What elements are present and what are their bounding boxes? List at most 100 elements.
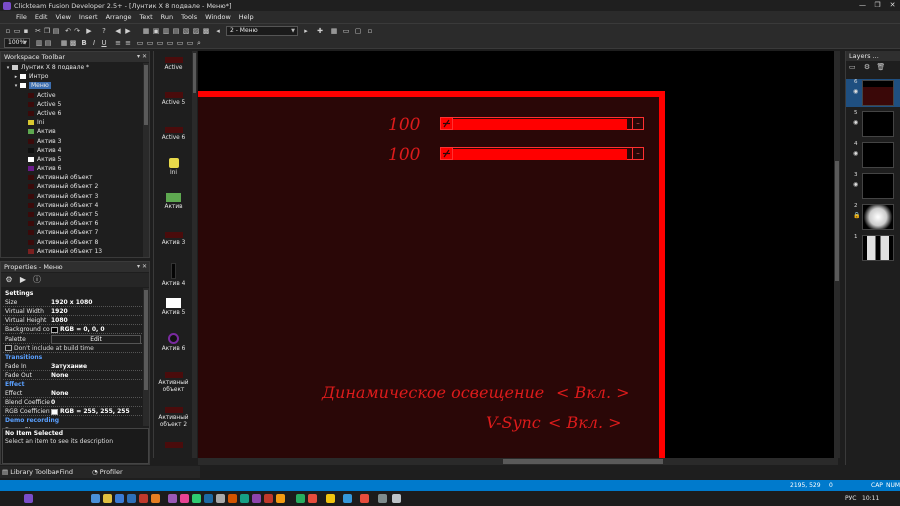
taskbar-icon-13[interactable] bbox=[240, 494, 249, 503]
layout-2-icon[interactable]: ▭ bbox=[146, 39, 154, 47]
property-section[interactable]: Demo recording bbox=[3, 416, 142, 425]
dynamic-lighting-label[interactable]: Динамическое освещение bbox=[322, 383, 544, 402]
menu-run[interactable]: Run bbox=[161, 13, 173, 21]
object-list-icon[interactable]: ▩ bbox=[202, 27, 210, 35]
slider-minus-button[interactable]: – bbox=[632, 118, 643, 129]
taskbar-icon-18[interactable] bbox=[308, 494, 317, 503]
object-strip-item[interactable]: Ini bbox=[154, 158, 193, 177]
properties-scroll-thumb[interactable] bbox=[144, 290, 148, 390]
property-row[interactable]: Palette Edit bbox=[3, 334, 142, 344]
property-row[interactable]: Virtual Height 1080 bbox=[3, 316, 142, 326]
eye-icon[interactable]: ◉ bbox=[853, 119, 858, 126]
frame-prev-icon[interactable]: ◂ bbox=[214, 27, 222, 35]
taskbar-icon-1[interactable] bbox=[91, 494, 100, 503]
new-icon[interactable]: ▫ bbox=[4, 27, 12, 35]
taskbar-icon-15[interactable] bbox=[264, 494, 273, 503]
menu-insert[interactable]: Insert bbox=[79, 13, 98, 21]
menu-tools[interactable]: Tools bbox=[181, 13, 197, 21]
palette-edit-button[interactable]: Edit bbox=[51, 334, 141, 344]
align-left-icon[interactable]: ≡ bbox=[114, 39, 122, 47]
taskbar-icon-23[interactable] bbox=[392, 494, 401, 503]
eye-icon[interactable]: ◉ bbox=[853, 88, 858, 95]
property-section[interactable]: Effect bbox=[3, 380, 142, 389]
object-strip-item[interactable]: Актив 6 bbox=[154, 333, 193, 353]
storyboard-icon[interactable]: ▦ bbox=[142, 27, 150, 35]
tree-item[interactable]: Актив 3 bbox=[1, 137, 143, 146]
layer-settings-icon[interactable]: ⚙ bbox=[864, 63, 870, 71]
window-icon[interactable]: ▭ bbox=[342, 27, 350, 35]
frame-next-icon[interactable]: ▸ bbox=[302, 27, 310, 35]
grid-icon[interactable]: ▦ bbox=[330, 27, 338, 35]
property-row[interactable]: Fade Out None bbox=[3, 371, 142, 380]
layout-5-icon[interactable]: ▭ bbox=[176, 39, 184, 47]
color-swatch[interactable] bbox=[51, 408, 58, 415]
taskbar-icon-8[interactable] bbox=[180, 494, 189, 503]
layer-item[interactable]: 5 ◉ bbox=[846, 110, 900, 138]
tree-item[interactable]: Активный объект 6 bbox=[1, 219, 143, 228]
help-icon[interactable]: ? bbox=[100, 27, 108, 35]
volume-value-1[interactable]: 100 bbox=[388, 115, 420, 135]
property-row[interactable]: Size 1920 x 1080 bbox=[3, 298, 142, 308]
frame-canvas[interactable]: 100 – 100 – Динамическое освещение < Вкл… bbox=[198, 91, 665, 458]
taskbar-icon-9[interactable] bbox=[192, 494, 201, 503]
property-section[interactable]: Transitions bbox=[3, 353, 142, 362]
layer-item[interactable]: 6 ◉ bbox=[846, 79, 900, 107]
object-strip-item[interactable]: Active bbox=[154, 53, 193, 72]
layout-6-icon[interactable]: ▭ bbox=[186, 39, 194, 47]
object-strip-item[interactable]: Активный объект bbox=[154, 368, 193, 394]
align-right-icon[interactable]: ≡ bbox=[124, 39, 132, 47]
taskbar-icon-5[interactable] bbox=[139, 494, 148, 503]
runtime-options-icon[interactable]: ▶ bbox=[18, 275, 28, 285]
editor-hscroll-thumb[interactable] bbox=[503, 459, 663, 464]
object-strip-item[interactable]: Active 6 bbox=[154, 123, 193, 142]
menu-file[interactable]: File bbox=[16, 13, 27, 21]
layer-thumbnail[interactable] bbox=[862, 111, 894, 137]
property-row[interactable]: Fade In Затухание bbox=[3, 362, 142, 371]
align-center-icon[interactable]: ▤ bbox=[44, 39, 52, 47]
editor-horizontal-scrollbar[interactable] bbox=[198, 458, 838, 465]
property-row[interactable]: Virtual Width 1920 bbox=[3, 307, 142, 317]
nav-forward-icon[interactable]: ▶ bbox=[124, 27, 132, 35]
eye-icon[interactable]: ◉ bbox=[853, 181, 858, 188]
object-strip-item[interactable]: Активный объект 2 bbox=[154, 403, 193, 429]
taskbar-icon-17[interactable] bbox=[296, 494, 305, 503]
taskbar-icon-22[interactable] bbox=[378, 494, 387, 503]
tree-item[interactable]: Активный объект 5 bbox=[1, 210, 143, 219]
clock[interactable]: 10:11 bbox=[862, 493, 879, 504]
tree-item[interactable]: Ini bbox=[1, 118, 143, 127]
taskbar-icon-14[interactable] bbox=[252, 494, 261, 503]
layer-thumbnail[interactable] bbox=[862, 142, 894, 168]
tree-item[interactable]: Актив bbox=[1, 127, 143, 136]
event-list-icon[interactable]: ▤ bbox=[172, 27, 180, 35]
layer-item[interactable]: 3 ◉ bbox=[846, 172, 900, 200]
frame-editor-icon[interactable]: ▣ bbox=[152, 27, 160, 35]
property-section[interactable]: Settings bbox=[3, 289, 142, 298]
volume-slider-1[interactable]: – bbox=[440, 117, 644, 130]
close-button[interactable]: ✕ bbox=[885, 0, 900, 11]
run-app-icon[interactable]: ▶ bbox=[85, 27, 93, 35]
tab-find[interactable]: ⌕Find bbox=[54, 467, 73, 477]
tree-item[interactable]: ▸ Интро bbox=[1, 72, 143, 81]
tree-item[interactable]: Active 5 bbox=[1, 100, 143, 109]
delete-layer-icon[interactable]: 🗑 bbox=[876, 63, 885, 71]
underline-icon[interactable]: U bbox=[100, 39, 108, 47]
property-value[interactable]: RGB = 0, 0, 0 bbox=[51, 325, 105, 334]
paste-icon[interactable]: ▤ bbox=[52, 27, 60, 35]
checkbox[interactable] bbox=[5, 345, 12, 352]
zoom-frame-icon[interactable]: ▫ bbox=[366, 27, 374, 35]
zoom-dropdown[interactable]: 100% ▼ bbox=[4, 38, 30, 48]
object-strip-item[interactable]: Актив 3 bbox=[154, 228, 193, 247]
add-layer-icon[interactable]: ▭ bbox=[849, 63, 856, 71]
tree-item[interactable]: Активный объект 8 bbox=[1, 238, 143, 247]
italic-icon[interactable]: I bbox=[90, 39, 98, 47]
folder-icon[interactable] bbox=[103, 494, 112, 503]
object-strip-item[interactable]: Актив 4 bbox=[154, 263, 193, 288]
editor-vertical-scrollbar[interactable] bbox=[834, 51, 840, 458]
object-strip-scrollbar[interactable] bbox=[192, 51, 197, 458]
tree-item[interactable]: Active bbox=[1, 91, 143, 100]
vsync-value[interactable]: < Вкл. > bbox=[548, 413, 622, 432]
object-strip-scroll-thumb[interactable] bbox=[193, 53, 196, 93]
workspace-scrollbar[interactable] bbox=[143, 63, 149, 257]
about-icon[interactable]: ⓘ bbox=[32, 275, 42, 285]
tab-library-toolbar[interactable]: ▤ Library Toolbar bbox=[0, 467, 58, 477]
